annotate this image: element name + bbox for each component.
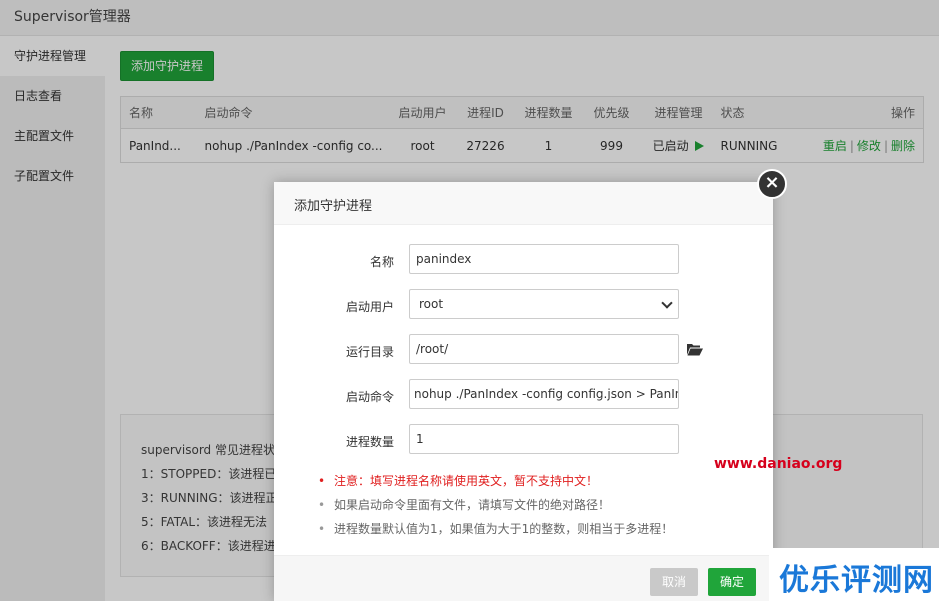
field-label-command: 启动命令 xyxy=(345,390,394,404)
note-item: 进程数量默认值为1，如果值为大于1的整数，则相当于多进程！ xyxy=(314,517,673,541)
watermark-url: www.daniao.org xyxy=(714,456,843,472)
dialog-header: 添加守护进程 xyxy=(274,182,773,225)
close-icon[interactable]: × xyxy=(757,169,787,199)
confirm-button[interactable]: 确定 xyxy=(708,568,756,596)
note-item: 注意：填写进程名称请使用英文，暂不支持中文！ xyxy=(314,469,673,493)
command-input[interactable]: nohup ./PanIndex -config config.json > P… xyxy=(409,379,679,409)
count-input[interactable]: 1 xyxy=(409,424,679,454)
field-label-dir: 运行目录 xyxy=(345,345,394,359)
field-label-name: 名称 xyxy=(369,255,394,269)
user-select-value: root xyxy=(419,297,444,311)
dialog-footer: 取消 确定 xyxy=(274,555,773,601)
dir-input[interactable]: /root/ xyxy=(409,334,679,364)
chevron-down-icon xyxy=(661,297,673,309)
name-input[interactable]: panindex xyxy=(409,244,679,274)
dialog-title: 添加守护进程 xyxy=(294,199,373,214)
dialog-notes: 注意：填写进程名称请使用英文，暂不支持中文！ 如果启动命令里面有文件，请填写文件… xyxy=(314,469,673,541)
note-item: 如果启动命令里面有文件，请填写文件的绝对路径！ xyxy=(314,493,673,517)
add-daemon-dialog: 添加守护进程 名称 panindex 启动用户 root 运行目录 /root/… xyxy=(274,182,773,601)
watermark-logo: 优乐评测网 xyxy=(769,548,939,601)
watermark-logo-text: 优乐评测网 xyxy=(779,563,934,598)
field-label-count: 进程数量 xyxy=(345,435,394,449)
folder-open-icon[interactable] xyxy=(687,343,703,356)
field-label-user: 启动用户 xyxy=(345,300,394,314)
user-select[interactable]: root xyxy=(409,289,679,319)
cancel-button[interactable]: 取消 xyxy=(650,568,698,596)
